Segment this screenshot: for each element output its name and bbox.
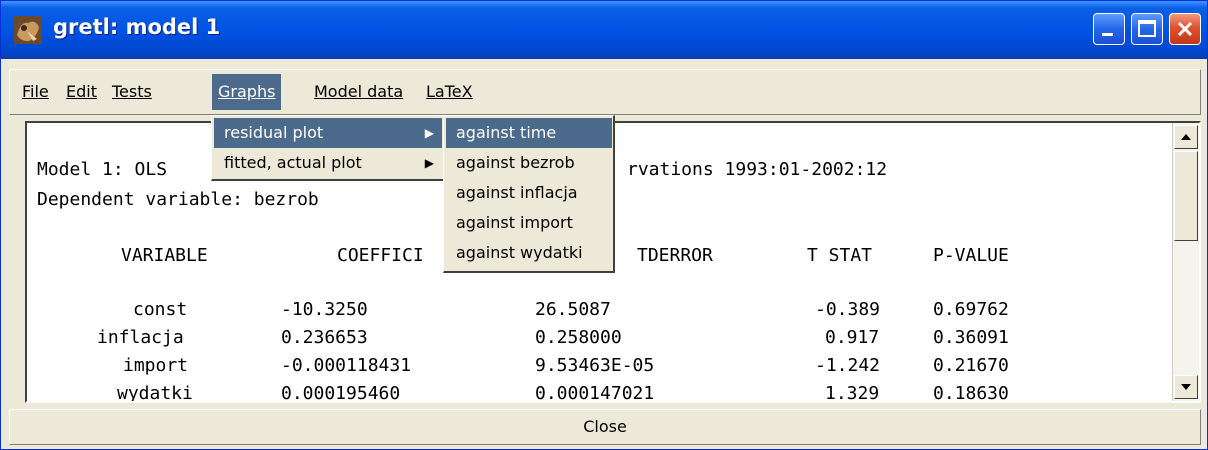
residual-plot-submenu: against time against bezrob against infl… xyxy=(443,115,615,273)
header-variable: VARIABLE xyxy=(121,245,208,266)
menu-graphs-label: Graphs xyxy=(218,82,276,101)
cell-coefficient: -10.3250 xyxy=(281,299,368,320)
header-coefficient: COEFFICI xyxy=(337,245,424,266)
cell-pvalue: 0.36091 xyxy=(933,327,1009,348)
title-bar[interactable]: gretl: model 1 xyxy=(1,1,1207,59)
cell-tstat: 0.917 xyxy=(825,327,880,348)
close-button[interactable]: Close xyxy=(9,409,1201,445)
menu-item-residual-plot[interactable]: residual plot ▶ xyxy=(214,118,442,148)
submenu-item-against-bezrob[interactable]: against bezrob xyxy=(446,148,612,178)
submenu-arrow-icon: ▶ xyxy=(424,156,434,170)
scroll-down-button[interactable] xyxy=(1174,375,1198,399)
menu-model-data[interactable]: Model data xyxy=(308,74,409,110)
cell-tstat: -1.242 xyxy=(815,355,881,376)
close-icon xyxy=(1177,21,1193,37)
menu-edit[interactable]: Edit xyxy=(60,74,103,110)
menu-file-label: File xyxy=(22,82,49,101)
vertical-scrollbar[interactable] xyxy=(1172,123,1199,401)
close-window-button[interactable] xyxy=(1169,13,1201,45)
cell-pvalue: 0.18630 xyxy=(933,383,1009,403)
menu-model-data-label: Model data xyxy=(314,82,404,101)
arrow-up-icon xyxy=(1181,134,1191,140)
cell-coefficient: -0.000118431 xyxy=(281,355,412,376)
cell-coefficient: 0.236653 xyxy=(281,327,368,348)
menu-bar: File Edit Tests Graphs Model data LaTeX xyxy=(9,69,1201,115)
menu-edit-label: Edit xyxy=(66,82,97,101)
header-pvalue: P-VALUE xyxy=(933,245,1009,266)
submenu-item-against-inflacja[interactable]: against inflacja xyxy=(446,178,612,208)
cell-variable: import xyxy=(123,355,189,376)
gretl-model-window: gretl: model 1 File Edit Tests Graphs Mo… xyxy=(0,0,1208,450)
maximize-icon xyxy=(1138,20,1156,37)
menu-tests[interactable]: Tests xyxy=(106,74,158,110)
minimize-button[interactable] xyxy=(1093,13,1125,45)
scroll-up-button[interactable] xyxy=(1174,125,1198,149)
cell-stderror: 9.53463E-05 xyxy=(535,355,655,376)
cell-variable: const xyxy=(133,299,188,320)
menu-item-label: residual plot xyxy=(224,123,324,142)
cell-pvalue: 0.69762 xyxy=(933,299,1009,320)
submenu-item-against-time[interactable]: against time xyxy=(446,118,612,148)
cell-stderror: 26.5087 xyxy=(535,299,611,320)
maximize-button[interactable] xyxy=(1131,13,1163,45)
submenu-item-against-import[interactable]: against import xyxy=(446,208,612,238)
output-model-line: Model 1: OLS xyxy=(37,159,168,180)
output-dependent-variable: Dependent variable: bezrob xyxy=(37,189,319,210)
window-title: gretl: model 1 xyxy=(53,15,221,39)
submenu-arrow-icon: ▶ xyxy=(424,126,434,140)
cell-tstat: 1.329 xyxy=(825,383,880,403)
menu-file[interactable]: File xyxy=(16,74,55,110)
gretl-app-icon xyxy=(14,16,42,44)
cell-variable: wydatki xyxy=(117,383,193,403)
menu-latex[interactable]: LaTeX xyxy=(420,74,479,110)
arrow-down-icon xyxy=(1181,384,1191,390)
menu-latex-label: LaTeX xyxy=(426,82,473,101)
menu-item-label: fitted, actual plot xyxy=(224,153,362,172)
submenu-item-against-wydatki[interactable]: against wydatki xyxy=(446,238,612,268)
cell-pvalue: 0.21670 xyxy=(933,355,1009,376)
cell-stderror: 0.258000 xyxy=(535,327,622,348)
menu-item-fitted-actual-plot[interactable]: fitted, actual plot ▶ xyxy=(214,148,442,178)
graphs-dropdown-menu: residual plot ▶ fitted, actual plot ▶ xyxy=(211,115,445,181)
output-observations-line: rvations 1993:01-2002:12 xyxy=(627,159,888,180)
cell-coefficient: 0.000195460 xyxy=(281,383,401,403)
scroll-thumb[interactable] xyxy=(1174,151,1198,241)
menu-tests-label: Tests xyxy=(112,82,152,101)
cell-variable: inflacja xyxy=(97,327,184,348)
cell-tstat: -0.389 xyxy=(815,299,881,320)
header-stderror: TDERROR xyxy=(637,245,713,266)
cell-stderror: 0.000147021 xyxy=(535,383,655,403)
header-tstat: T STAT xyxy=(807,245,873,266)
minimize-icon xyxy=(1102,33,1113,36)
menu-graphs[interactable]: Graphs xyxy=(212,74,282,110)
